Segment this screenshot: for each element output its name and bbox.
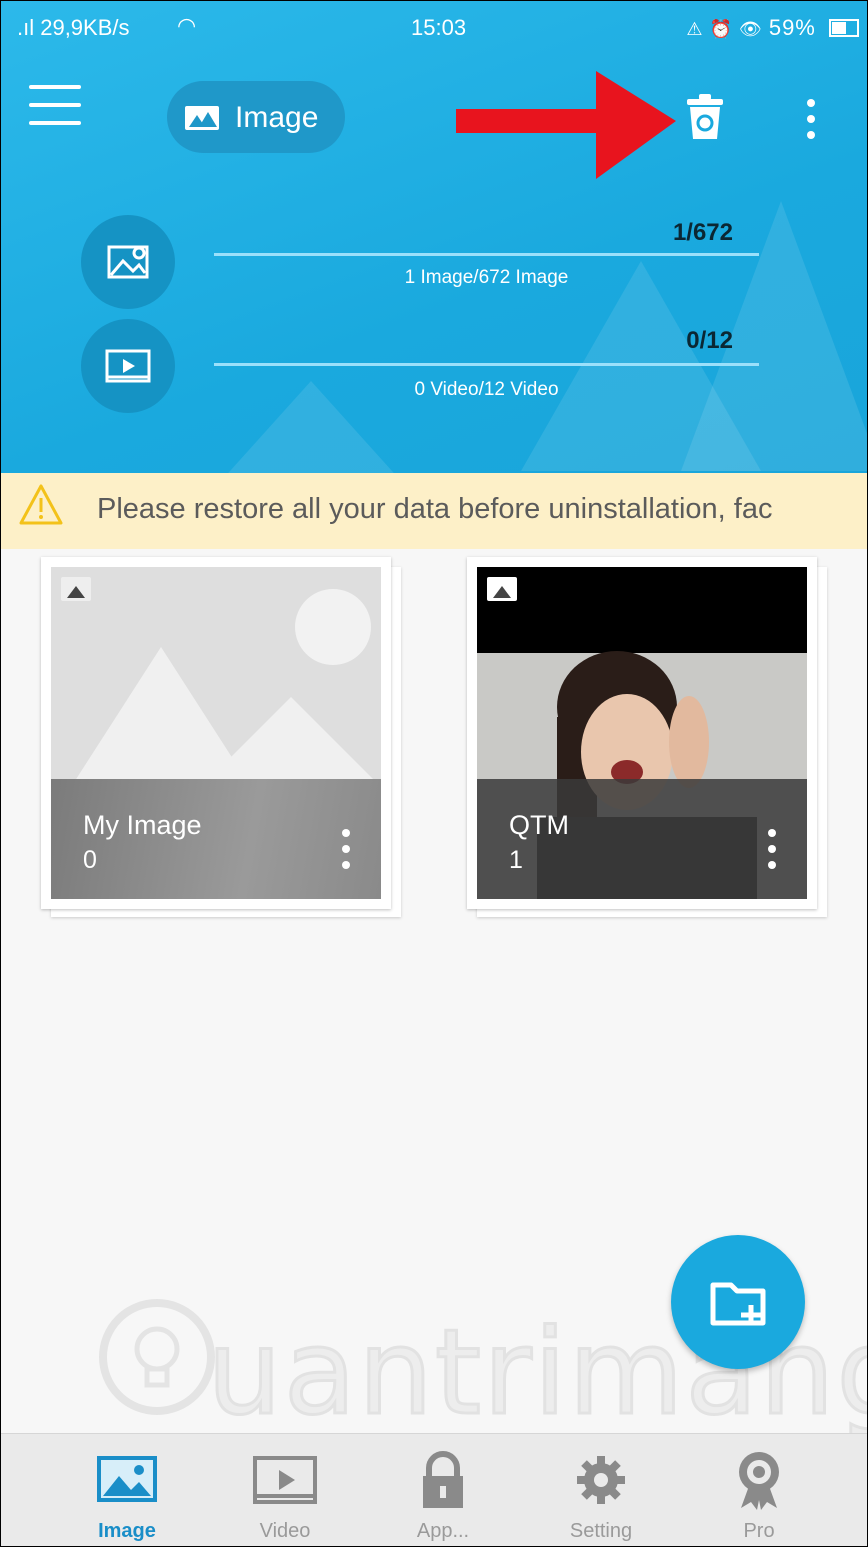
album-card-frame: My Image 0 — [41, 557, 391, 909]
award-icon — [739, 1452, 779, 1510]
gear-icon — [577, 1456, 625, 1504]
album-card[interactable]: My Image 0 — [41, 557, 401, 919]
stat-image-icon — [81, 215, 175, 309]
video-subtitle: 0 Video/12 Video — [414, 379, 559, 400]
battery-icon — [829, 19, 859, 37]
wifi-icon: ◠ — [177, 13, 197, 38]
album-type-icon — [487, 577, 517, 601]
clock: 15:03 — [411, 15, 467, 40]
warning-icon — [19, 484, 63, 525]
lock-icon — [423, 1451, 463, 1508]
nav-label: App... — [416, 1520, 470, 1542]
image-icon — [97, 1456, 157, 1502]
album-options-icon[interactable] — [765, 827, 779, 871]
app-screen: .ıl 29,9KB/s ◠ 15:03 ⚠ ⏰ 👁 59% Image 1/6… — [0, 0, 868, 1547]
uninstall-warning-banner: Please restore all your data before unin… — [1, 473, 867, 549]
network-speed: .ıl 29,9KB/s — [17, 15, 130, 40]
bottom-navigation: Image Video App... Setting Pro — [1, 1433, 867, 1546]
annotation-arrow — [456, 71, 676, 179]
image-subtitle: 1 Image/672 Image — [404, 267, 569, 288]
album-card-frame: QTM 1 — [467, 557, 817, 909]
add-folder-icon — [710, 1282, 766, 1326]
album-type-icon — [61, 577, 91, 601]
album-name: My Image — [83, 810, 202, 840]
video-icon — [105, 349, 151, 383]
category-label: Image — [235, 101, 319, 134]
nav-label: Pro — [743, 1520, 775, 1542]
album-count: 1 — [509, 846, 523, 874]
nav-video[interactable]: Video — [205, 1434, 365, 1546]
status-right: ⚠ ⏰ 👁 59% — [686, 15, 859, 41]
add-folder-button[interactable] — [671, 1235, 805, 1369]
recycle-bin-icon[interactable] — [685, 93, 725, 141]
header: .ıl 29,9KB/s ◠ 15:03 ⚠ ⏰ 👁 59% Image 1/6… — [1, 1, 867, 473]
album-options-icon[interactable] — [339, 827, 353, 871]
stat-video-icon — [81, 319, 175, 413]
nav-label: Video — [259, 1520, 311, 1542]
more-vertical-icon[interactable] — [799, 97, 823, 141]
video-progress-bar — [214, 363, 759, 366]
nav-pro[interactable]: Pro — [679, 1434, 839, 1546]
album-thumbnail: QTM 1 — [477, 567, 807, 899]
nav-label: Setting — [569, 1520, 633, 1542]
nav-image[interactable]: Image — [47, 1434, 207, 1546]
image-progress-bar — [214, 253, 759, 256]
status-bar: .ıl 29,9KB/s ◠ 15:03 ⚠ ⏰ 👁 59% — [1, 1, 867, 53]
video-icon — [253, 1456, 317, 1504]
image-icon — [185, 106, 219, 130]
album-count: 0 — [83, 846, 97, 874]
image-icon — [107, 245, 149, 279]
nav-label: Image — [98, 1520, 156, 1542]
album-thumbnail: My Image 0 — [51, 567, 381, 899]
nav-app-lock[interactable]: App... — [363, 1434, 523, 1546]
category-selector[interactable]: Image — [167, 81, 345, 153]
video-count: 0/12 — [686, 327, 733, 354]
album-card[interactable]: QTM 1 — [467, 557, 827, 919]
warning-text: Please restore all your data before unin… — [97, 493, 773, 525]
notification-icons: ⚠ ⏰ 👁 — [686, 19, 769, 39]
image-count: 1/672 — [672, 219, 733, 246]
album-name: QTM — [509, 810, 569, 840]
nav-setting[interactable]: Setting — [521, 1434, 681, 1546]
lightbulb-logo — [99, 1299, 215, 1415]
hamburger-menu-icon[interactable] — [29, 85, 85, 131]
battery-level: 59% — [768, 15, 816, 40]
